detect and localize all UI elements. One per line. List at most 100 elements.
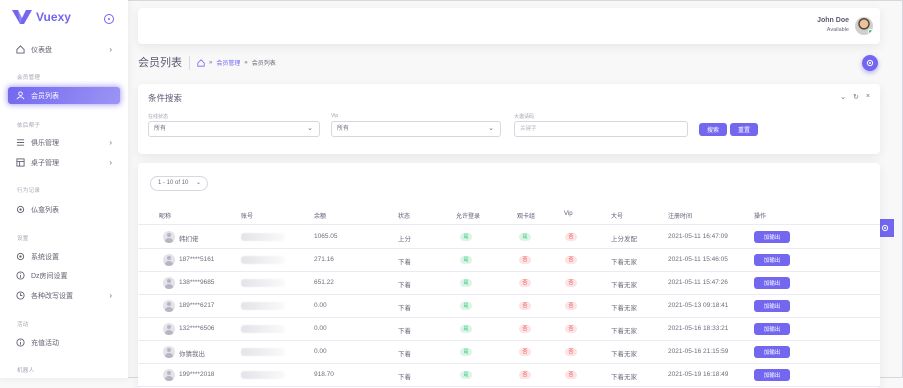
status-cell: 上分 — [398, 236, 411, 243]
nickname-cell: 199****2018 — [179, 371, 215, 378]
column-header: 操作 — [754, 214, 767, 220]
main-account-cell: 下着无家 — [611, 328, 637, 335]
account-cell-redacted — [241, 279, 285, 287]
breadcrumb-separator: » — [244, 59, 248, 66]
sidebar-item-room-settings[interactable]: Dz房间设置 — [8, 267, 120, 284]
balance-cell: 0.00 — [314, 325, 327, 332]
vip-badge: 否 — [565, 302, 577, 310]
register-time-cell: 2021-05-11 15:46:05 — [668, 256, 728, 263]
home-icon — [16, 45, 25, 54]
status-cell: 下着 — [398, 351, 411, 358]
row-action-button[interactable]: 加输出 — [754, 254, 790, 266]
vip-label: Vip — [331, 113, 339, 119]
vip-select[interactable]: 所有 ⌄ — [331, 121, 501, 137]
breadcrumb-item[interactable]: 会员管理 — [216, 58, 240, 67]
status-cell: 下着 — [398, 328, 411, 335]
pager-text: 1 - 10 of 10 — [158, 180, 189, 186]
row-action-button[interactable]: 加输出 — [754, 346, 790, 358]
collapse-icon[interactable]: ⌄ — [840, 93, 846, 101]
page-size-select[interactable]: 1 - 10 of 10 ⌄ — [150, 176, 208, 191]
clock-icon — [16, 291, 25, 300]
sidebar-item-recharge-activity[interactable]: 充值活动 — [8, 334, 120, 351]
sidebar-toggle-icon[interactable] — [104, 14, 114, 24]
sidebar-item-member-list[interactable]: 会员列表 — [8, 87, 120, 104]
card-actions: ⌄ ↻ × — [840, 93, 870, 101]
home-icon[interactable] — [197, 58, 205, 67]
nickname-cell: 189****6217 — [179, 302, 215, 309]
row-action-button[interactable]: 加输出 — [754, 369, 790, 381]
register-time-cell: 2021-05-19 16:18:49 — [668, 371, 729, 378]
vuexy-logo-icon — [12, 10, 32, 24]
invite-code-input[interactable]: 关键字 — [514, 121, 688, 137]
register-time-cell: 2021-05-13 09:18:41 — [668, 302, 729, 309]
column-header: 昵称 — [159, 214, 172, 220]
online-status-select[interactable]: 所有 ⌄ — [148, 121, 320, 137]
chevron-right-icon: › — [109, 158, 112, 167]
online-status-dot — [868, 29, 873, 34]
column-header: Vip — [564, 211, 573, 217]
register-time-cell: 2021-05-16 18:33:21 — [668, 325, 729, 332]
info-icon — [16, 338, 25, 347]
page-title: 会员列表 — [138, 56, 190, 70]
row-action-button[interactable]: 加输出 — [754, 277, 790, 289]
sidebar-item-records[interactable]: 仏龛列表 — [8, 201, 120, 218]
user-avatar-icon — [163, 277, 175, 289]
table-row: 187****5161 271.16 下着 是 否 否 下着无家 2021-05-11 15:… — [138, 249, 880, 272]
vip-badge: 否 — [565, 348, 577, 356]
sidebar-section-label: 行为记录 — [17, 188, 41, 194]
column-header: 余额 — [314, 214, 327, 220]
sidebar-item-label: 会员列表 — [31, 92, 59, 100]
nickname-cell: 你猜我出 — [179, 351, 205, 358]
breadcrumb-separator: » — [209, 59, 213, 66]
chevron-right-icon: › — [109, 138, 112, 147]
status-cell: 下着 — [398, 305, 411, 312]
sidebar-item-misc-settings[interactable]: 各种改写设置 › — [8, 287, 120, 304]
row-action-button[interactable]: 加输出 — [754, 300, 790, 312]
main-account-cell: 下着无家 — [611, 374, 637, 381]
vip-badge: 否 — [565, 279, 577, 287]
gear-icon — [16, 252, 25, 261]
user-avatar-icon — [163, 231, 175, 243]
balance-cell: 0.00 — [314, 302, 327, 309]
vip-badge: 否 — [565, 325, 577, 333]
table-row: 138****9685 651.22 下着 是 否 否 下着无家 2021-05-11 15:… — [138, 272, 880, 295]
nickname-cell: 132****6506 — [179, 325, 215, 332]
sidebar-item-dashboard[interactable]: 仪表盘 › — [8, 41, 120, 58]
refresh-icon[interactable]: ↻ — [853, 93, 859, 101]
user-avatar-icon — [163, 346, 175, 358]
status-cell: 下着 — [398, 259, 411, 266]
vip-badge: 否 — [565, 233, 577, 241]
column-header: 观卡组 — [517, 214, 536, 220]
sidebar-section-label: 设置 — [17, 236, 29, 242]
chevron-down-icon: ⌄ — [488, 125, 494, 132]
sidebar-item-system-settings[interactable]: 系统设置 — [8, 248, 120, 265]
filter-card: 条件搜索 ⌄ ↻ × 在线状态 所有 ⌄ Vip 所有 ⌄ 大邀请码 关键字 搜… — [138, 84, 880, 154]
allow-login-badge: 是 — [460, 279, 472, 287]
account-cell-redacted — [241, 325, 285, 333]
sidebar-item-label: 系统设置 — [31, 253, 59, 261]
user-avatar-icon — [163, 254, 175, 266]
user-avatar-icon — [163, 369, 175, 381]
gear-icon — [881, 224, 889, 232]
avatar[interactable] — [855, 17, 873, 35]
register-time-cell: 2021-05-11 15:47:26 — [668, 279, 728, 286]
account-cell-redacted — [241, 233, 285, 241]
reset-button[interactable]: 重置 — [730, 123, 758, 136]
row-action-button[interactable]: 加输出 — [754, 231, 790, 243]
sidebar-item-club-management[interactable]: 俱乐管理 › — [8, 134, 120, 151]
sidebar-item-table-management[interactable]: 桌子管理 › — [8, 154, 120, 171]
sidebar-item-label: 桌子管理 — [31, 159, 59, 167]
brand[interactable]: Vuexy — [12, 10, 71, 24]
account-cell-redacted — [241, 302, 285, 310]
card-group-badge: 否 — [519, 279, 531, 287]
user-name[interactable]: John Doe — [817, 17, 849, 24]
main-account-cell: 下着无家 — [611, 305, 637, 312]
online-status-label: 在线状态 — [148, 114, 169, 120]
row-action-button[interactable]: 加输出 — [754, 323, 790, 335]
settings-fab[interactable] — [862, 55, 878, 71]
main-account-cell: 下着无家 — [611, 282, 637, 289]
search-button[interactable]: 搜索 — [699, 123, 727, 136]
allow-login-badge: 是 — [460, 302, 472, 310]
status-cell: 下着 — [398, 282, 411, 289]
close-icon[interactable]: × — [866, 93, 870, 101]
